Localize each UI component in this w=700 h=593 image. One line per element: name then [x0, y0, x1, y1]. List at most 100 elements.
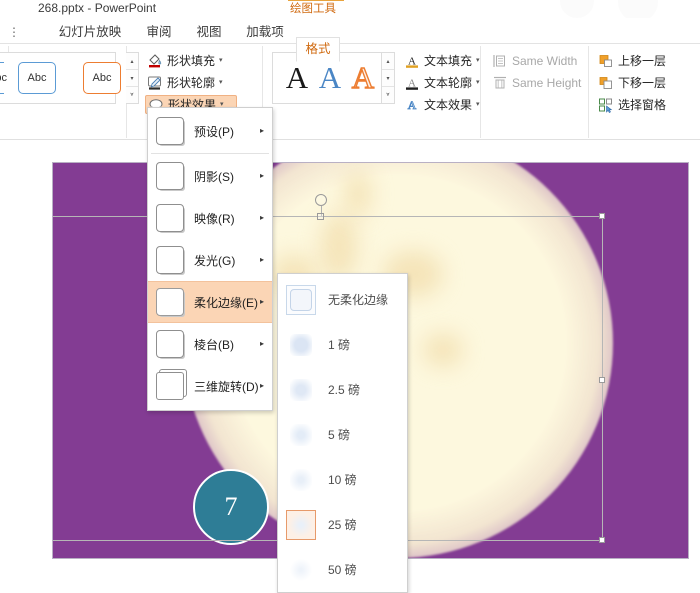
gallery-more-button[interactable]: ⩔: [126, 87, 138, 104]
submenu-item-50pt-label: 50 磅: [328, 563, 357, 577]
bring-forward-button[interactable]: 上移一层: [596, 51, 692, 70]
menu-separator: [151, 153, 269, 154]
chevron-right-icon: ▸: [259, 255, 264, 264]
gallery-scroll-up-button[interactable]: ▴: [126, 53, 138, 70]
wordart-thumb-3[interactable]: A: [348, 58, 378, 98]
chevron-down-icon[interactable]: ▾: [219, 57, 223, 64]
submenu-item-2-5pt[interactable]: 2.5 磅: [278, 367, 407, 412]
menu-item-reflection[interactable]: 映像(R) ▸: [148, 197, 272, 239]
text-effects-icon: A: [404, 97, 420, 113]
same-width-button[interactable]: Same Width: [490, 51, 582, 70]
submenu-item-1pt-label: 1 磅: [328, 338, 351, 352]
wordart-thumb-2[interactable]: A: [315, 58, 345, 98]
soft-edge-25pt-thumbnail-icon: [286, 509, 316, 540]
reflection-thumbnail-icon: [156, 204, 184, 232]
moon-crater: [321, 213, 357, 281]
text-effects-button[interactable]: A 文本效果 ▾: [402, 95, 482, 114]
menu-item-3d-rotation-label: 三维旋转(D): [194, 379, 259, 394]
submenu-item-1pt[interactable]: 1 磅: [278, 322, 407, 367]
menu-item-soft-edges[interactable]: 柔化边缘(E) ▸: [148, 281, 272, 323]
shape-fill-button[interactable]: 形状填充 ▾: [145, 51, 237, 70]
tab-addins[interactable]: 加载项: [238, 21, 292, 43]
submenu-item-25pt[interactable]: 25 磅: [278, 502, 407, 547]
chevron-down-icon[interactable]: ▾: [476, 101, 480, 108]
shape-style-thumb-1[interactable]: Abc: [0, 62, 7, 94]
menu-item-soft-edges-label: 柔化边缘(E): [194, 295, 258, 310]
watermark-blob: [560, 0, 594, 18]
soft-edge-10pt-thumbnail-icon: [286, 465, 316, 495]
chevron-right-icon: ▸: [259, 213, 264, 222]
wordart-more-button[interactable]: ⩔: [382, 87, 394, 104]
resize-handle-top-right[interactable]: [599, 213, 605, 219]
wordart-gallery-scroll[interactable]: ▴ ▾ ⩔: [382, 52, 395, 104]
shape-fill-label: 形状填充: [167, 54, 216, 68]
same-height-button[interactable]: Same Height: [490, 73, 582, 92]
chevron-right-icon: ▸: [259, 339, 264, 348]
selection-pane-button[interactable]: 选择窗格: [596, 95, 692, 114]
tab-slideshow[interactable]: 幻灯片放映: [52, 21, 128, 43]
menu-item-bevel[interactable]: 棱台(B) ▸: [148, 323, 272, 365]
tab-format[interactable]: 格式: [296, 37, 340, 62]
shape-effects-dropdown-menu[interactable]: 预设(P) ▸ 阴影(S) ▸ 映像(R) ▸ 发光(G) ▸ 柔化边缘(E) …: [147, 107, 273, 411]
submenu-item-5pt-label: 5 磅: [328, 428, 351, 442]
tab-overflow-indicator[interactable]: ⋮: [8, 21, 20, 43]
resize-handle-bottom-right[interactable]: [599, 537, 605, 543]
send-backward-label: 下移一层: [618, 76, 667, 90]
bring-forward-label: 上移一层: [618, 54, 667, 68]
wordart-scroll-down-button[interactable]: ▾: [382, 70, 394, 87]
same-width-label: Same Width: [512, 53, 578, 68]
menu-item-glow-label: 发光(G): [194, 253, 236, 268]
submenu-item-5pt[interactable]: 5 磅: [278, 412, 407, 457]
submenu-item-10pt-label: 10 磅: [328, 473, 357, 487]
text-outline-button[interactable]: A 文本轮廓 ▾: [402, 73, 482, 92]
rotation-anchor-point[interactable]: [317, 213, 324, 220]
submenu-item-50pt[interactable]: 50 磅: [278, 547, 407, 592]
resize-handle-middle-right[interactable]: [599, 377, 605, 383]
menu-item-glow[interactable]: 发光(G) ▸: [148, 239, 272, 281]
submenu-item-10pt[interactable]: 10 磅: [278, 457, 407, 502]
text-fill-button[interactable]: A 文本填充 ▾: [402, 51, 482, 70]
soft-edges-thumbnail-icon: [156, 288, 184, 316]
chevron-down-icon[interactable]: ▾: [476, 57, 480, 64]
chevron-down-icon[interactable]: ▾: [476, 79, 480, 86]
soft-edge-5pt-thumbnail-icon: [286, 420, 316, 450]
send-backward-button[interactable]: 下移一层: [596, 73, 692, 92]
chevron-right-icon: ▸: [259, 126, 264, 135]
soft-edge-50pt-thumbnail-icon: [286, 555, 316, 585]
soft-edges-submenu[interactable]: 无柔化边缘 1 磅 2.5 磅 5 磅 10 磅 25 磅 50 磅: [277, 273, 408, 593]
chevron-right-icon: ▸: [259, 381, 264, 390]
shape-style-gallery-scroll[interactable]: ▴ ▾ ⩔: [126, 52, 139, 104]
menu-item-preset[interactable]: 预设(P) ▸: [148, 110, 272, 152]
moon-crater: [345, 171, 371, 217]
submenu-item-no-soft-edges[interactable]: 无柔化边缘: [278, 277, 407, 322]
menu-item-shadow[interactable]: 阴影(S) ▸: [148, 155, 272, 197]
shape-outline-button[interactable]: 形状轮廓 ▾: [145, 73, 237, 92]
cube-3d-thumbnail-icon: [156, 372, 184, 400]
text-effects-label: 文本效果: [424, 98, 473, 112]
text-outline-label: 文本轮廓: [424, 76, 473, 90]
wordart-scroll-up-button[interactable]: ▴: [382, 53, 394, 70]
bring-forward-icon: [598, 53, 614, 69]
bevel-thumbnail-icon: [156, 330, 184, 358]
chevron-right-icon: ▸: [259, 297, 264, 306]
selection-border-top: [53, 216, 603, 217]
same-width-icon: [492, 53, 508, 69]
moon-crater: [423, 333, 463, 367]
same-height-icon: [492, 75, 508, 91]
same-height-label: Same Height: [512, 75, 582, 90]
menu-item-3d-rotation[interactable]: 三维旋转(D) ▸: [148, 365, 272, 407]
tab-review[interactable]: 审阅: [138, 21, 180, 43]
menu-item-preset-label: 预设(P): [194, 124, 234, 139]
gallery-scroll-down-button[interactable]: ▾: [126, 70, 138, 87]
step-number-badge: 7: [193, 469, 269, 545]
text-outline-icon: A: [404, 75, 420, 91]
wordart-thumb-1[interactable]: A: [282, 58, 312, 98]
tab-view[interactable]: 视图: [188, 21, 230, 43]
menu-item-shadow-label: 阴影(S): [194, 169, 234, 184]
shape-style-thumb-2[interactable]: Abc: [18, 62, 56, 94]
shape-style-thumb-3-selected[interactable]: Abc: [83, 62, 121, 94]
chevron-down-icon[interactable]: ▾: [219, 79, 223, 86]
ribbon: Abc Abc Abc ▴ ▾ ⩔ 形状填充 ▾ 形状轮廓 ▾: [0, 44, 700, 178]
rotation-handle[interactable]: [315, 194, 327, 206]
title-bar: 268.pptx - PowerPoint 绘图工具: [0, 0, 700, 22]
